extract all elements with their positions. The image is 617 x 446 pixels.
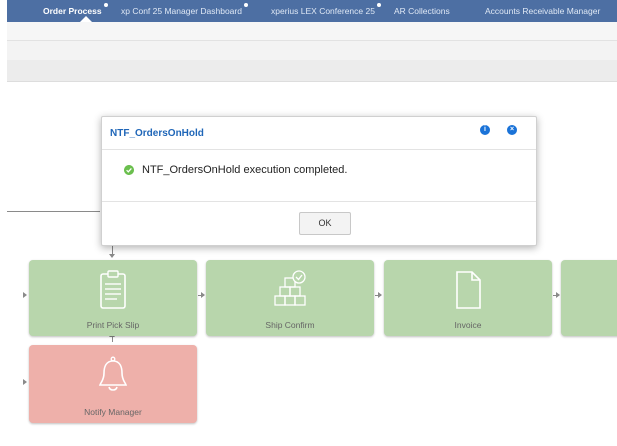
execution-dialog: NTF_OrdersOnHold i × NTF_OrdersOnHold ex… xyxy=(101,116,537,246)
process-node-notify-manager[interactable]: Notify Manager xyxy=(29,345,197,423)
process-node-partial[interactable] xyxy=(561,260,617,336)
node-label: Notify Manager xyxy=(84,407,142,417)
process-canvas: Print Pick Slip Ship Confirm Invoice Not… xyxy=(7,82,617,446)
check-circle-icon xyxy=(124,165,134,175)
process-node-print-pick-slip[interactable]: Print Pick Slip xyxy=(29,260,197,336)
toolbar-band xyxy=(7,22,617,41)
tab-xperius-lex-conference-25[interactable]: xperius LEX Conference 25 xyxy=(271,0,381,22)
close-icon[interactable]: × xyxy=(507,125,517,135)
app-window: Order Process xp Conf 25 Manager Dashboa… xyxy=(7,0,617,446)
node-label: Print Pick Slip xyxy=(86,320,140,330)
header-band xyxy=(7,60,617,82)
dialog-message: NTF_OrdersOnHold execution completed. xyxy=(142,164,348,176)
connector-line xyxy=(7,211,100,212)
node-label: Invoice xyxy=(454,320,482,330)
dialog-divider xyxy=(102,149,536,150)
tab-dot-icon xyxy=(243,3,248,7)
bell-icon xyxy=(98,356,128,391)
arrow-right-icon xyxy=(23,379,27,385)
node-label: Ship Confirm xyxy=(265,320,315,330)
clipboard-list-icon xyxy=(100,270,126,309)
boxes-check-icon xyxy=(274,270,306,306)
tab-label: xp Conf 25 Manager Dashboard xyxy=(121,6,242,16)
process-node-invoice[interactable]: Invoice xyxy=(384,260,552,336)
ok-button[interactable]: OK xyxy=(299,212,351,235)
arrow-right-icon xyxy=(556,292,560,298)
tab-dot-icon xyxy=(103,3,108,7)
arrow-right-icon xyxy=(201,292,205,298)
subtoolbar-band xyxy=(7,41,617,60)
dialog-divider xyxy=(102,201,536,202)
arrow-down-icon xyxy=(109,254,115,258)
tab-label: xperius LEX Conference 25 xyxy=(271,6,375,16)
tab-dot-icon xyxy=(376,3,381,7)
arrow-right-icon xyxy=(378,292,382,298)
tab-label: Order Process xyxy=(43,6,102,16)
document-icon xyxy=(456,271,481,309)
process-node-ship-confirm[interactable]: Ship Confirm xyxy=(206,260,374,336)
info-icon[interactable]: i xyxy=(480,125,490,135)
connector-line xyxy=(112,337,113,342)
tab-label: Accounts Receivable Manager xyxy=(485,6,601,16)
tab-label: AR Collections xyxy=(394,6,450,16)
dialog-title: NTF_OrdersOnHold xyxy=(110,128,204,139)
tab-ar-collections[interactable]: AR Collections xyxy=(394,0,450,22)
arrow-right-icon xyxy=(23,292,27,298)
tab-order-process[interactable]: Order Process xyxy=(43,0,108,22)
tab-accounts-receivable-manager[interactable]: Accounts Receivable Manager xyxy=(485,0,600,22)
tab-xp-conf-25-manager-dashboard[interactable]: xp Conf 25 Manager Dashboard xyxy=(121,0,248,22)
top-navigation: Order Process xp Conf 25 Manager Dashboa… xyxy=(7,0,617,22)
